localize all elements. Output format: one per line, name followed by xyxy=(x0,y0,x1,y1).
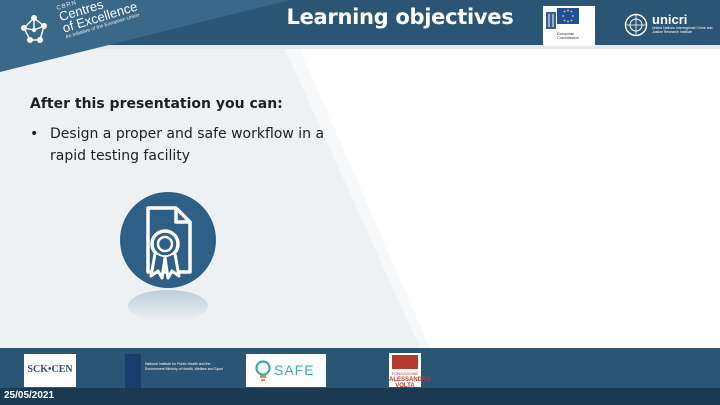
volta-top-text: FONDAZIONE xyxy=(391,371,419,376)
unicri-logo: unicri United Nations Interregional Crim… xyxy=(624,12,716,40)
unicri-subtitle: United Nations Interregional Crime and J… xyxy=(652,26,713,34)
eu-flag-icon xyxy=(557,8,579,24)
slide: CBRN Centres of Excellence An initiative… xyxy=(0,0,720,405)
bullet-text: Design a proper and safe workflow in a r… xyxy=(50,126,325,164)
eu-commission-label: European Commission xyxy=(557,31,580,40)
volta-building-icon xyxy=(392,355,418,369)
un-emblem-icon xyxy=(624,13,648,37)
safe-logo: SAFE xyxy=(246,354,326,387)
safe-text: SAFE xyxy=(274,362,315,378)
sck-cen-text: SCK•CEN xyxy=(27,364,73,375)
footer-date-bar xyxy=(0,388,720,405)
sck-cen-logo: SCK•CEN xyxy=(24,354,76,387)
eu-commission-logo: European Commission xyxy=(543,6,595,46)
rivm-crest-icon xyxy=(125,354,141,388)
page-title: Learning objectives xyxy=(286,5,514,29)
certificate-document-icon xyxy=(120,192,216,322)
rivm-logo: National Institute for Public Health and… xyxy=(125,354,230,388)
bullet-marker: • xyxy=(30,126,39,142)
eu-building-icon xyxy=(546,12,556,29)
volta-name-text: ALESSANDRO VOLTA xyxy=(389,377,432,389)
content-subtitle: After this presentation you can: xyxy=(30,96,283,112)
footer-date: 25/05/2021 xyxy=(4,390,55,401)
volta-logo: FONDAZIONE ALESSANDRO VOLTA xyxy=(389,353,432,389)
unicri-name: unicri xyxy=(652,12,688,27)
footer-partner-band xyxy=(0,348,720,388)
coe-network-icon xyxy=(21,15,47,43)
bullet-item: • Design a proper and safe workflow in a… xyxy=(30,123,360,167)
safe-lightbulb-icon xyxy=(255,360,271,381)
rivm-text: National Institute for Public Health and… xyxy=(145,362,223,371)
